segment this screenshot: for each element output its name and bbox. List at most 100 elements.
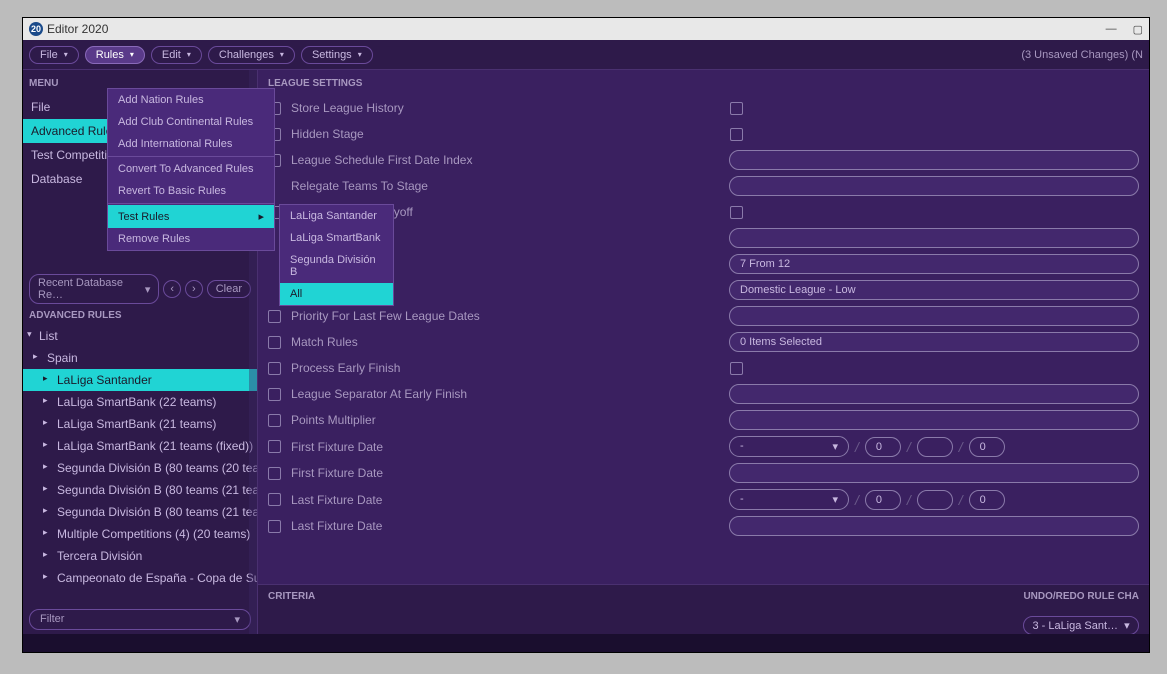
setting-checkbox[interactable]: [268, 440, 281, 453]
chevron-down-icon: ▾: [145, 283, 151, 296]
tree-item[interactable]: ▸Segunda División B (80 teams (21 teams …: [23, 479, 257, 501]
dd-test-all[interactable]: All: [280, 283, 393, 305]
value-checkbox[interactable]: [730, 362, 743, 375]
unsaved-changes-label: (3 Unsaved Changes) (N: [1021, 49, 1143, 61]
date-field[interactable]: [917, 490, 953, 510]
chevron-right-icon: ▸: [43, 505, 48, 516]
setting-label: Hidden Stage: [291, 127, 491, 141]
tree-item[interactable]: ▸LaLiga SmartBank (22 teams): [23, 391, 257, 413]
league-settings-header: LEAGUE SETTINGS: [258, 70, 1149, 95]
dd-add-international[interactable]: Add International Rules: [108, 133, 274, 155]
setting-row: Match Rules0 Items Selected: [258, 329, 1149, 355]
setting-checkbox[interactable]: [268, 493, 281, 506]
value-field[interactable]: Domestic League - Low: [729, 280, 1139, 300]
nav-prev-button[interactable]: ‹: [163, 280, 181, 298]
setting-row: Relegate Teams To Stage: [258, 173, 1149, 199]
minimize-button[interactable]: —: [1106, 23, 1117, 36]
clear-button[interactable]: Clear: [207, 280, 251, 298]
chevron-right-icon: ▸: [43, 395, 48, 406]
app-title: Editor 2020: [47, 22, 108, 36]
value-field[interactable]: [729, 463, 1139, 483]
tree-item[interactable]: ▸Campeonato de España - Copa de Su Maj: [23, 567, 257, 589]
value-field[interactable]: [729, 150, 1139, 170]
chevron-down-icon: ▾: [130, 50, 134, 59]
chevron-right-icon: ▸: [43, 571, 48, 582]
dd-test-laliga-santander[interactable]: LaLiga Santander: [280, 205, 393, 227]
setting-checkbox[interactable]: [268, 310, 281, 323]
dd-convert-advanced[interactable]: Convert To Advanced Rules: [108, 158, 274, 180]
filter-dropdown[interactable]: Filter▾: [29, 609, 251, 630]
value-field[interactable]: [729, 228, 1139, 248]
nav-next-button[interactable]: ›: [185, 280, 203, 298]
value-field[interactable]: [729, 306, 1139, 326]
chevron-right-icon: ▸: [43, 527, 48, 538]
chevron-right-icon: ▸: [43, 461, 48, 472]
menu-edit[interactable]: Edit▾: [151, 46, 202, 64]
menu-file[interactable]: File▾: [29, 46, 79, 64]
tree-item[interactable]: ▸Tercera División: [23, 545, 257, 567]
value-field[interactable]: [729, 384, 1139, 404]
value-field[interactable]: 7 From 12: [729, 254, 1139, 274]
tree-item-laliga-santander[interactable]: ▸LaLiga Santander: [23, 369, 257, 391]
menu-settings[interactable]: Settings▾: [301, 46, 373, 64]
setting-checkbox[interactable]: [268, 414, 281, 427]
dd-remove-rules[interactable]: Remove Rules: [108, 228, 274, 250]
tree-item[interactable]: ▸LaLiga SmartBank (21 teams (fixed)): [23, 435, 257, 457]
date-day-select[interactable]: -▾: [729, 489, 849, 510]
setting-row: Store League History: [258, 95, 1149, 121]
value-checkbox[interactable]: [730, 128, 743, 141]
date-field[interactable]: [917, 437, 953, 457]
date-day-select[interactable]: -▾: [729, 436, 849, 457]
date-field[interactable]: 0: [865, 490, 901, 510]
setting-checkbox[interactable]: [268, 388, 281, 401]
dd-add-club-continental[interactable]: Add Club Continental Rules: [108, 111, 274, 133]
value-field[interactable]: [729, 410, 1139, 430]
menu-challenges[interactable]: Challenges▾: [208, 46, 295, 64]
tree-item[interactable]: ▸Segunda División B (80 teams (21 teams …: [23, 501, 257, 523]
setting-checkbox[interactable]: [268, 467, 281, 480]
chevron-down-icon: ▾: [234, 613, 240, 626]
dd-revert-basic[interactable]: Revert To Basic Rules: [108, 180, 274, 202]
setting-checkbox[interactable]: [268, 336, 281, 349]
tree-item-spain[interactable]: ▸Spain: [23, 347, 257, 369]
status-bar: [23, 634, 1149, 652]
tree-item[interactable]: ▸LaLiga SmartBank (21 teams): [23, 413, 257, 435]
chevron-down-icon: ▸: [24, 332, 35, 337]
setting-label: Last Fixture Date: [291, 493, 491, 507]
dd-test-segunda-b[interactable]: Segunda División B: [280, 249, 393, 283]
chevron-down-icon: ▾: [1124, 619, 1130, 632]
setting-label: Store League History: [291, 101, 491, 115]
chevron-down-icon: ▾: [187, 50, 191, 59]
tree-item[interactable]: ▸Segunda División B (80 teams (20 teams …: [23, 457, 257, 479]
setting-row: Hidden Stage: [258, 121, 1149, 147]
menu-rules[interactable]: Rules▾: [85, 46, 145, 64]
chevron-down-icon: ▾: [280, 50, 284, 59]
maximize-button[interactable]: ▢: [1133, 23, 1143, 36]
dd-test-rules[interactable]: Test Rules▸: [108, 205, 274, 228]
setting-row: League Schedule First Date Index: [258, 147, 1149, 173]
date-field[interactable]: 0: [865, 437, 901, 457]
setting-label: Process Early Finish: [291, 361, 491, 375]
value-field[interactable]: 0 Items Selected: [729, 332, 1139, 352]
criteria-header: CRITERIA: [268, 591, 315, 602]
value-checkbox[interactable]: [730, 206, 743, 219]
setting-checkbox[interactable]: [268, 362, 281, 375]
dd-test-laliga-smartbank[interactable]: LaLiga SmartBank: [280, 227, 393, 249]
setting-label: Last Fixture Date: [291, 519, 491, 533]
undo-redo-dropdown[interactable]: 3 - LaLiga Sant…▾: [1023, 616, 1139, 634]
advanced-rules-header: ADVANCED RULES: [23, 302, 257, 325]
date-field[interactable]: 0: [969, 437, 1005, 457]
setting-checkbox[interactable]: [268, 520, 281, 533]
tree-item[interactable]: ▸Multiple Competitions (4) (20 teams): [23, 523, 257, 545]
app-logo: 20: [29, 22, 43, 36]
value-field[interactable]: [729, 516, 1139, 536]
undo-redo-header: UNDO/REDO RULE CHA: [1023, 591, 1139, 602]
value-checkbox[interactable]: [730, 102, 743, 115]
menubar: File▾ Rules▾ Edit▾ Challenges▾ Settings▾…: [23, 40, 1149, 70]
date-field[interactable]: 0: [969, 490, 1005, 510]
setting-label: Priority For Last Few League Dates: [291, 309, 491, 323]
tree-list-node[interactable]: ▸List: [23, 325, 257, 347]
dd-add-nation-rules[interactable]: Add Nation Rules: [108, 89, 274, 111]
recent-database-dropdown[interactable]: Recent Database Re…▾: [29, 274, 159, 304]
value-field[interactable]: [729, 176, 1139, 196]
